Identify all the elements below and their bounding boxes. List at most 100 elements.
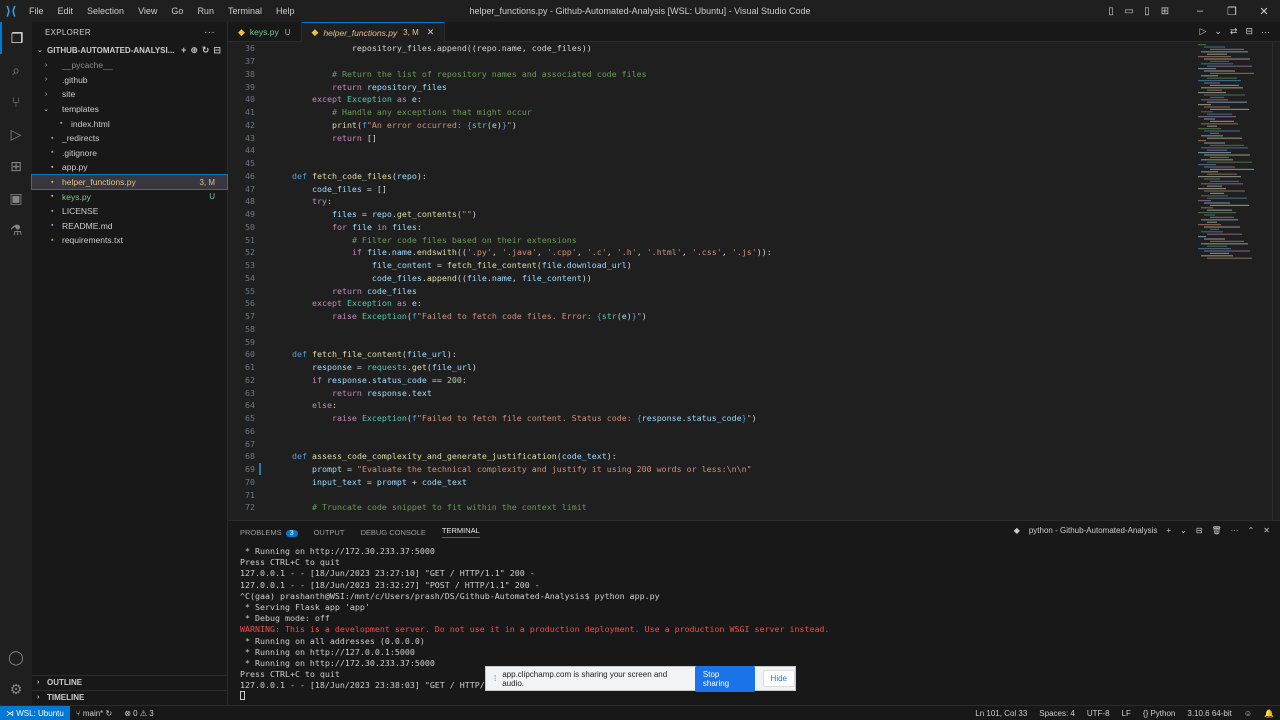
- more-actions-icon[interactable]: ···: [1261, 27, 1270, 37]
- timeline-section[interactable]: › TIMELINE: [32, 690, 228, 704]
- code-line[interactable]: 72 # Truncate code snippet to fit within…: [228, 501, 1188, 514]
- account-icon[interactable]: ◯: [0, 641, 32, 673]
- tree-item--github[interactable]: › .github: [32, 73, 227, 88]
- encoding[interactable]: UTF-8: [1081, 709, 1116, 718]
- workspace-root-folder[interactable]: ⌄ GITHUB-AUTOMATED-ANALYSI... + ⊕ ↻ ⊟: [32, 42, 227, 58]
- extensions-icon[interactable]: ⊞: [0, 150, 32, 182]
- end-of-line[interactable]: LF: [1116, 709, 1137, 718]
- customize-layout-icon[interactable]: ⊞: [1156, 6, 1174, 17]
- tab-debug-console[interactable]: DEBUG CONSOLE: [360, 528, 425, 537]
- code-line[interactable]: 63 return response.text: [228, 386, 1188, 399]
- terminal-cursor[interactable]: [240, 691, 1260, 702]
- tab-problems[interactable]: PROBLEMS 3: [240, 528, 298, 537]
- code-line[interactable]: 61 response = requests.get(file_url): [228, 361, 1188, 374]
- new-terminal-icon[interactable]: +: [1166, 526, 1171, 535]
- code-line[interactable]: 56 except Exception as e:: [228, 297, 1188, 310]
- code-line[interactable]: 49 files = repo.get_contents(""): [228, 208, 1188, 221]
- close-panel-icon[interactable]: ✕: [1263, 526, 1270, 535]
- hide-button[interactable]: Hide: [762, 670, 795, 687]
- code-line[interactable]: 37: [228, 55, 1188, 68]
- tree-item-templates[interactable]: ⌄ templates: [32, 102, 227, 117]
- close-tab-icon[interactable]: ✕: [427, 27, 435, 38]
- code-line[interactable]: 48 try:: [228, 195, 1188, 208]
- menu-help[interactable]: Help: [269, 6, 302, 16]
- code-line[interactable]: 71: [228, 488, 1188, 501]
- tree-item--pycache-[interactable]: › __pycache__: [32, 58, 227, 73]
- code-line[interactable]: 67: [228, 437, 1188, 450]
- menu-file[interactable]: File: [22, 6, 51, 16]
- menu-view[interactable]: View: [131, 6, 164, 16]
- tree-item-site[interactable]: › site: [32, 87, 227, 102]
- open-changes-icon[interactable]: ⇄: [1230, 26, 1238, 37]
- refresh-icon[interactable]: ↻: [202, 45, 210, 56]
- code-line[interactable]: 44: [228, 144, 1188, 157]
- code-line[interactable]: 47 code_files = []: [228, 182, 1188, 195]
- toggle-panel-icon[interactable]: ▭: [1120, 6, 1138, 17]
- tree-item-index-html[interactable]: ▪ index.html: [32, 116, 227, 131]
- tree-item-license[interactable]: ▪ LICENSE: [32, 204, 227, 219]
- toggle-sidebar-icon[interactable]: ▯: [1102, 6, 1120, 17]
- code-line[interactable]: 59: [228, 335, 1188, 348]
- tree-item-helper-functions-py[interactable]: ▪ helper_functions.py 3, M: [31, 173, 228, 191]
- code-line[interactable]: 68 def assess_code_complexity_and_genera…: [228, 450, 1188, 463]
- code-lines[interactable]: 36 repository_files.append((repo.name, c…: [228, 42, 1188, 514]
- kill-terminal-icon[interactable]: 🗑: [1211, 526, 1221, 535]
- source-control-icon[interactable]: ⑂: [0, 86, 32, 118]
- feedback-icon[interactable]: ☺: [1238, 709, 1258, 718]
- tree-item--gitignore[interactable]: ▪ .gitignore: [32, 146, 227, 161]
- split-editor-icon[interactable]: ⊟: [1245, 26, 1253, 37]
- cursor-position[interactable]: Ln 101, Col 33: [969, 709, 1033, 718]
- toggle-secondary-sidebar-icon[interactable]: ▯: [1138, 6, 1156, 17]
- new-folder-icon[interactable]: ⊕: [190, 45, 198, 56]
- code-line[interactable]: 54 code_files.append((file.name, file_co…: [228, 272, 1188, 285]
- menu-run[interactable]: Run: [190, 6, 221, 16]
- code-line[interactable]: 57 raise Exception(f"Failed to fetch cod…: [228, 310, 1188, 323]
- collapse-all-icon[interactable]: ⊟: [213, 45, 221, 56]
- code-line[interactable]: 42 print(f"An error occurred: {str(e)}"): [228, 119, 1188, 132]
- code-line[interactable]: 41 # Handle any exceptions that might oc…: [228, 106, 1188, 119]
- tree-item-keys-py[interactable]: ▪ keys.py U: [32, 189, 227, 204]
- code-line[interactable]: 65 raise Exception(f"Failed to fetch fil…: [228, 412, 1188, 425]
- tab-terminal[interactable]: TERMINAL: [441, 526, 480, 538]
- menu-edit[interactable]: Edit: [51, 6, 81, 16]
- menu-go[interactable]: Go: [164, 6, 190, 16]
- drag-handle-icon[interactable]: ⁞: [494, 674, 496, 683]
- menu-selection[interactable]: Selection: [80, 6, 131, 16]
- remote-explorer-icon[interactable]: ▣: [0, 182, 32, 214]
- menu-terminal[interactable]: Terminal: [221, 6, 269, 16]
- notifications-bell-icon[interactable]: 🔔: [1258, 709, 1280, 718]
- maximize-panel-icon[interactable]: ⌃: [1248, 526, 1255, 535]
- code-line[interactable]: 64 else:: [228, 399, 1188, 412]
- code-line[interactable]: 69 prompt = "Evaluate the technical comp…: [228, 462, 1188, 476]
- stop-sharing-button[interactable]: Stop sharing: [694, 665, 755, 692]
- more-actions-icon[interactable]: ···: [204, 27, 215, 38]
- tree-item-app-py[interactable]: ▪ app.py: [32, 160, 227, 175]
- remote-indicator[interactable]: ⋊ WSL: Ubuntu: [0, 705, 70, 720]
- code-line[interactable]: 36 repository_files.append((repo.name, c…: [228, 42, 1188, 55]
- indentation[interactable]: Spaces: 4: [1033, 709, 1081, 718]
- code-line[interactable]: 62 if response.status_code == 200:: [228, 374, 1188, 387]
- branch-indicator[interactable]: ⑂ main* ↻: [70, 709, 118, 718]
- code-line[interactable]: 60 def fetch_file_content(file_url):: [228, 348, 1188, 361]
- code-line[interactable]: 43 return []: [228, 131, 1188, 144]
- terminal-dropdown-icon[interactable]: ⌄: [1180, 526, 1187, 535]
- editor-scrollbar[interactable]: [1272, 42, 1280, 520]
- minimap[interactable]: [1194, 42, 1270, 520]
- terminal-name[interactable]: python - Github-Automated-Analysis: [1029, 526, 1158, 535]
- new-file-icon[interactable]: +: [181, 45, 186, 56]
- code-line[interactable]: 58: [228, 323, 1188, 336]
- code-line[interactable]: 66: [228, 425, 1188, 438]
- code-line[interactable]: 45: [228, 157, 1188, 170]
- tree-item-requirements-txt[interactable]: ▪ requirements.txt: [32, 233, 227, 248]
- run-debug-icon[interactable]: ▷: [0, 118, 32, 150]
- testing-icon[interactable]: ⚗: [0, 214, 32, 246]
- language-mode[interactable]: {} Python: [1137, 709, 1181, 718]
- close-window-button[interactable]: ✕: [1248, 5, 1280, 18]
- minimize-button[interactable]: –: [1184, 5, 1216, 18]
- tab-output[interactable]: OUTPUT: [314, 528, 345, 537]
- run-dropdown-icon[interactable]: ⌄: [1214, 26, 1222, 37]
- code-line[interactable]: 51 # Filter code files based on their ex…: [228, 233, 1188, 246]
- code-line[interactable]: 70 input_text = prompt + code_text: [228, 476, 1188, 489]
- code-line[interactable]: 55 return code_files: [228, 284, 1188, 297]
- tab-keys-py[interactable]: ◆ keys.py U: [228, 22, 302, 42]
